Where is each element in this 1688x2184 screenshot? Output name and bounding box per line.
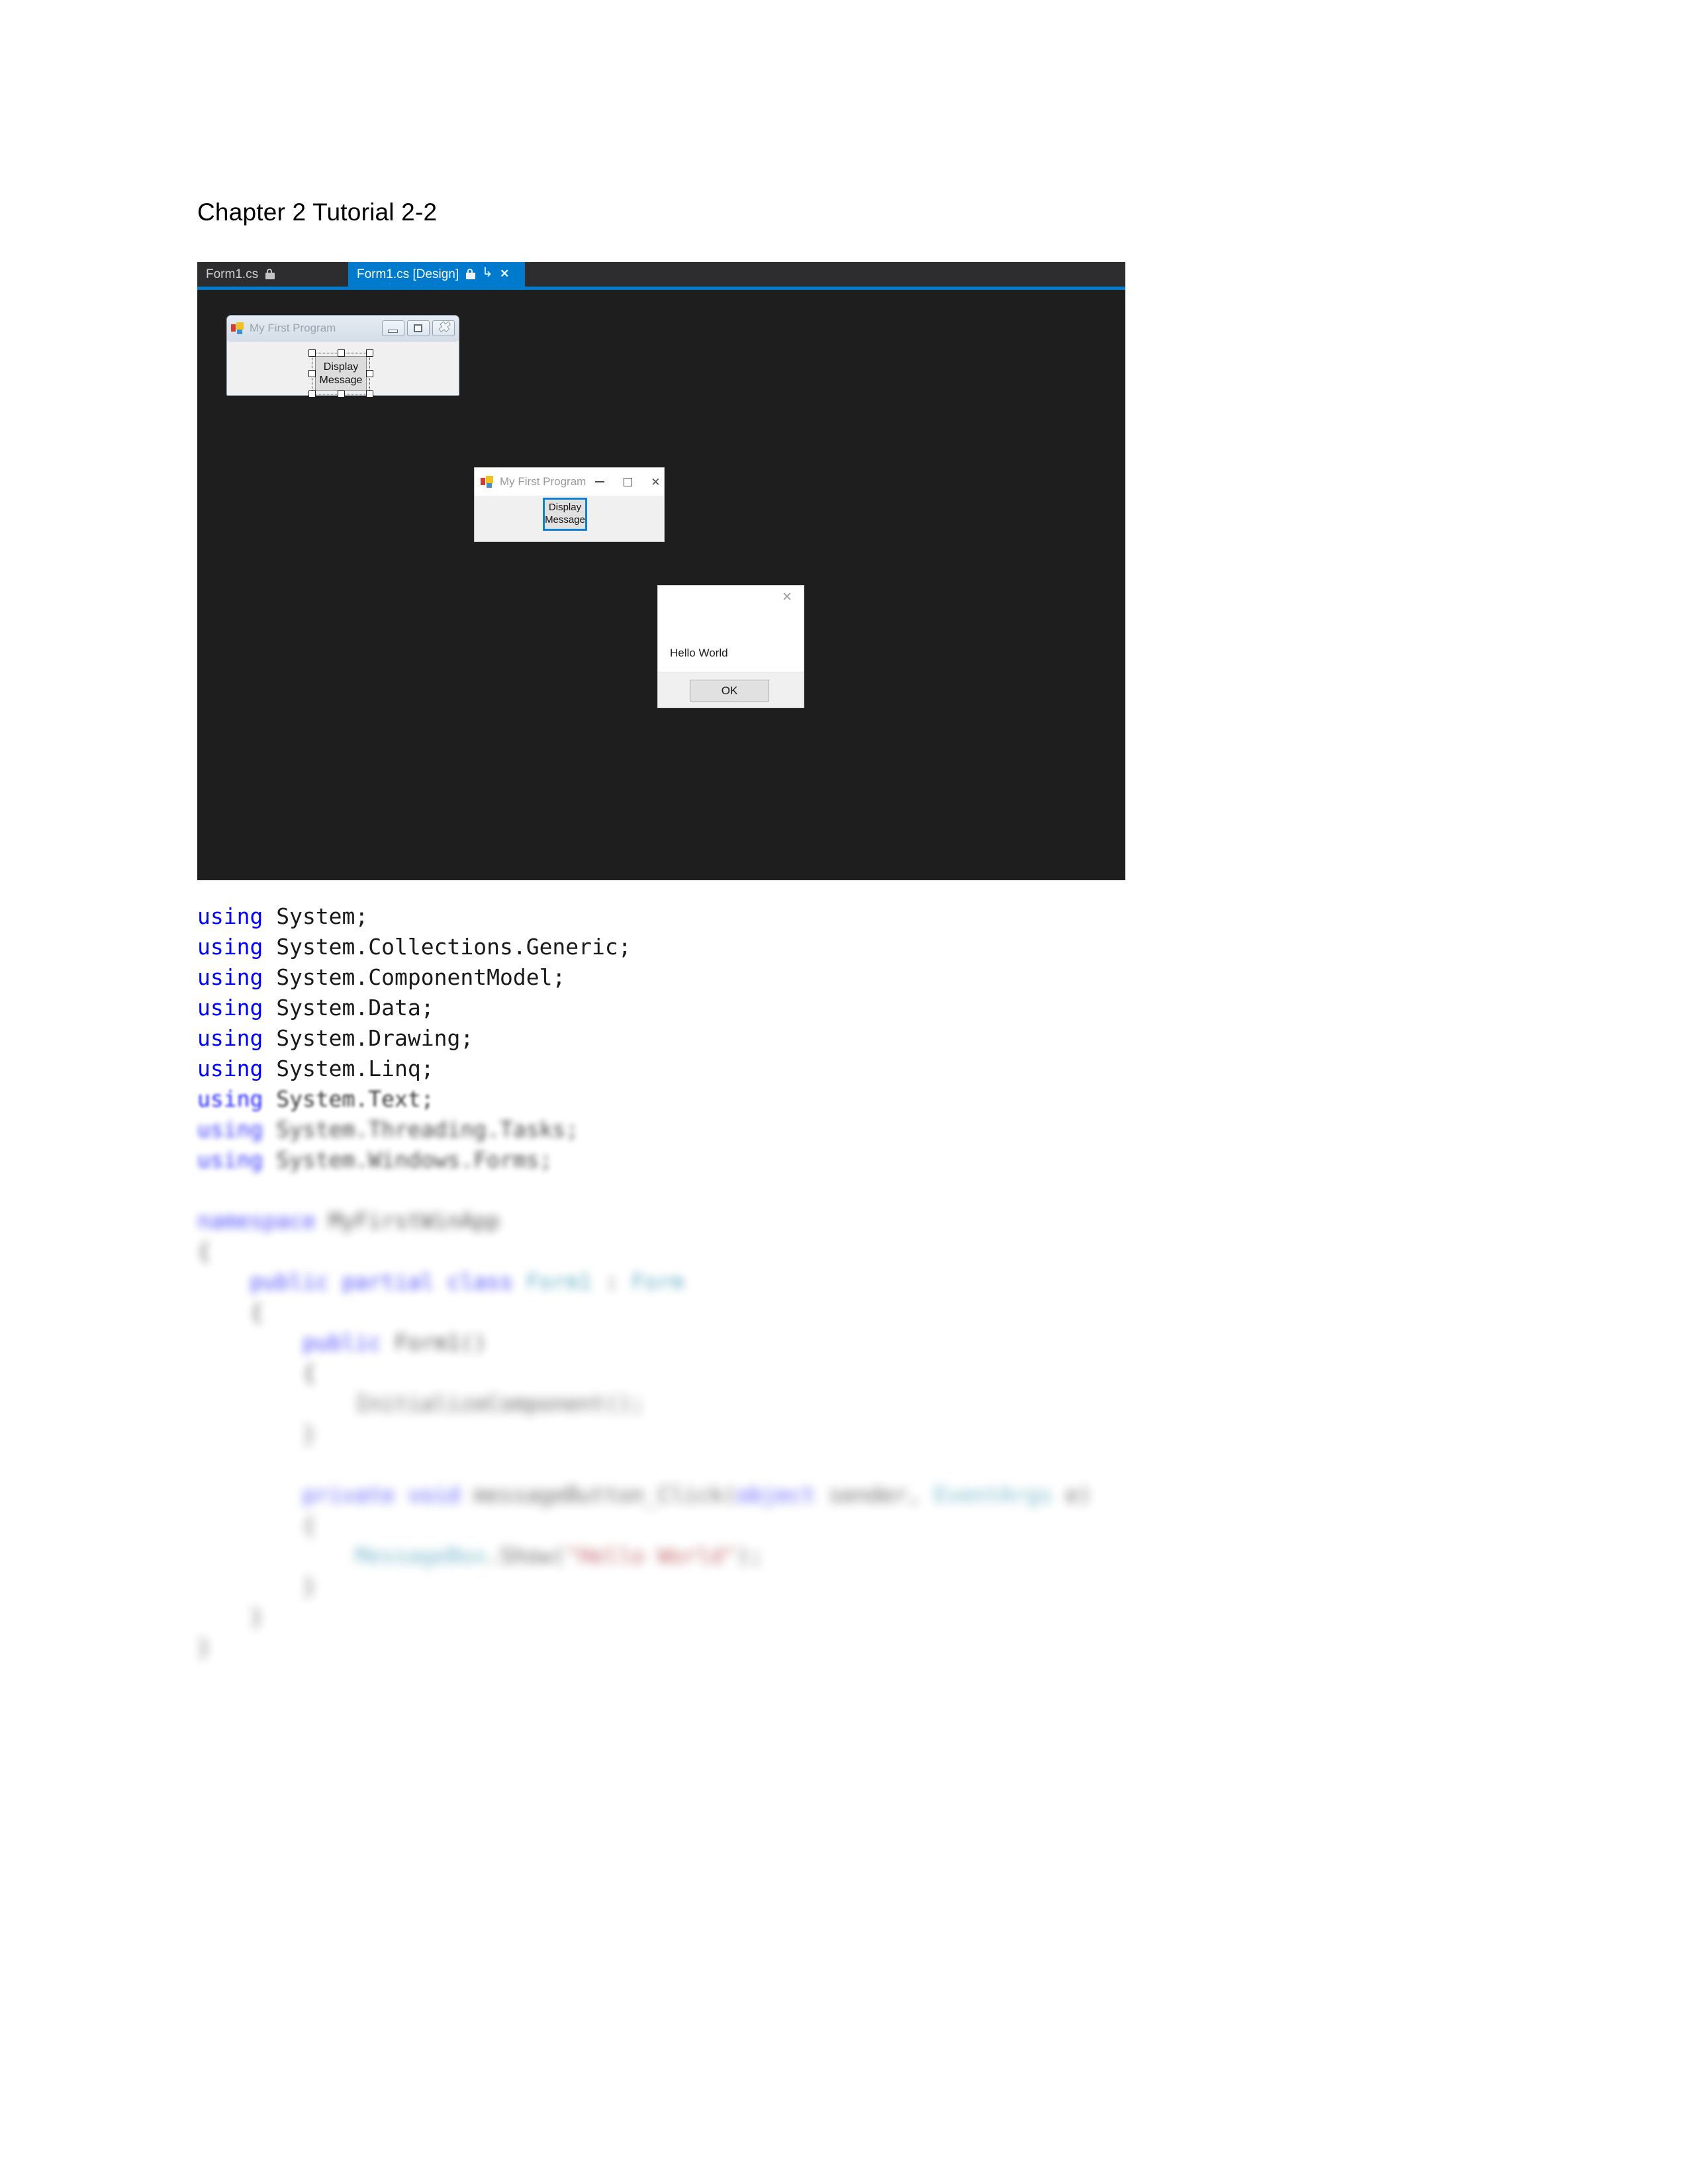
code-token: using (197, 934, 263, 960)
code-line: private void messageButton_Click(object … (302, 1482, 1092, 1508)
display-message-button-label-line2: Message (545, 514, 585, 525)
code-line: { (302, 1512, 316, 1538)
designer-display-message-button[interactable]: Display Message (315, 356, 367, 391)
pin-icon[interactable] (482, 268, 493, 281)
code-token: using (197, 1025, 263, 1051)
code-token: "Hello World" (565, 1543, 737, 1569)
resize-handle-nw[interactable] (308, 349, 316, 357)
code-line: using System.Drawing; (197, 1025, 474, 1051)
code-line: InitializeComponent(); (355, 1390, 645, 1416)
close-icon[interactable] (499, 267, 510, 281)
resize-handle-s[interactable] (337, 390, 345, 398)
minimize-button[interactable] (586, 468, 614, 496)
tab-form1-cs[interactable]: Form1.cs (197, 262, 291, 287)
lock-icon (465, 268, 476, 281)
code-line: using System.Collections.Generic; (197, 934, 632, 960)
code-token: namespace (197, 1208, 316, 1234)
message-box-footer: OK (658, 672, 804, 707)
designer-form-title: My First Program (250, 322, 336, 334)
display-message-button-label-line1: Display (548, 502, 582, 514)
designer-form-body[interactable]: Display Message (229, 341, 457, 398)
code-token: using (197, 995, 263, 1021)
code-line: using System.Data; (197, 995, 434, 1021)
designer-button-label-line2: Message (319, 374, 363, 386)
code-line: using System.ComponentModel; (197, 964, 566, 990)
designer-form-titlebar: My First Program ✖ (227, 316, 459, 341)
designer-button-label-line1: Display (323, 361, 359, 373)
editor-tab-strip: Form1.cs Form1.cs [Design] (197, 262, 1125, 287)
lock-icon (264, 268, 275, 281)
code-token: using (197, 964, 263, 990)
ok-button[interactable]: OK (690, 680, 769, 702)
close-button[interactable]: ✕ (641, 468, 669, 496)
resize-handle-n[interactable] (337, 349, 345, 357)
code-token: using (197, 1147, 263, 1173)
running-app-titlebar: My First Program ✕ (475, 468, 664, 496)
running-app-body: Display Message (475, 496, 664, 541)
code-line: using System; (197, 903, 369, 929)
code-line: { (302, 1360, 316, 1386)
code-token: public (302, 1330, 382, 1355)
code-token: EventArgs (933, 1482, 1053, 1508)
code-token: MessageBox (355, 1543, 487, 1569)
code-token: class (447, 1269, 513, 1295)
code-line: } (197, 1634, 211, 1660)
visual-studio-icon (481, 475, 494, 488)
code-line: } (302, 1573, 316, 1599)
page-title: Chapter 2 Tutorial 2-2 (197, 199, 438, 226)
visual-studio-screenshot: Form1.cs Form1.cs [Design] My First Prog… (197, 262, 1125, 880)
resize-handle-e[interactable] (366, 370, 373, 377)
code-line: } (250, 1604, 263, 1629)
maximize-button[interactable] (614, 468, 641, 496)
code-line: public Form1() (302, 1330, 487, 1355)
code-token: using (197, 1116, 263, 1142)
message-box-text: Hello World (670, 647, 728, 659)
code-token: using (197, 903, 263, 929)
code-line: using System.Linq; (197, 1056, 434, 1081)
running-app-window-buttons: ✕ (586, 468, 669, 496)
running-app-window[interactable]: My First Program ✕ Display Message (474, 467, 665, 542)
resize-handle-ne[interactable] (366, 349, 373, 357)
code-line: { (197, 1238, 211, 1264)
designer-window-buttons: ✖ (382, 320, 455, 336)
designer-form[interactable]: My First Program ✖ Display Message (226, 315, 459, 398)
tab-form1-cs-design[interactable]: Form1.cs [Design] (348, 262, 526, 287)
designer-canvas[interactable]: My First Program ✖ Display Message My Fi… (197, 290, 1125, 880)
resize-handle-w[interactable] (308, 370, 316, 377)
close-button[interactable]: ✖ (432, 320, 455, 336)
code-line: namespace MyFirstWinApp (197, 1208, 500, 1234)
code-token: Form1 (526, 1269, 592, 1295)
code-line: using System.Windows.Forms; (197, 1147, 553, 1173)
code-token: private (302, 1482, 395, 1508)
display-message-button[interactable]: Display Message (543, 498, 587, 531)
code-token: Form (631, 1269, 684, 1295)
code-line: using System.Threading.Tasks; (197, 1116, 579, 1142)
code-token: using (197, 1056, 263, 1081)
code-token: object (736, 1482, 816, 1508)
code-token: void (407, 1482, 461, 1508)
message-box-dialog[interactable]: ✕ Hello World OK (657, 585, 804, 708)
designer-button-selection[interactable]: Display Message (308, 349, 373, 398)
code-line: public partial class Form1 : Form (250, 1269, 684, 1295)
visual-studio-icon (231, 322, 244, 335)
maximize-button[interactable] (407, 320, 430, 336)
resize-handle-sw[interactable] (308, 390, 316, 398)
code-line: MessageBox.Show("Hello World"); (355, 1543, 763, 1569)
code-token: partial (342, 1269, 434, 1295)
resize-handle-se[interactable] (366, 390, 373, 398)
close-icon[interactable]: ✕ (774, 587, 800, 607)
code-line: } (302, 1421, 316, 1447)
tab-form1-cs-design-label: Form1.cs [Design] (357, 267, 459, 281)
code-token: using (197, 1086, 263, 1112)
code-token: public (250, 1269, 329, 1295)
running-app-title: My First Program (500, 475, 586, 488)
source-code-listing: using System; using System.Collections.Ge… (197, 901, 1521, 1662)
code-line: using System.Text; (197, 1086, 434, 1112)
code-line: { (250, 1299, 263, 1325)
minimize-button[interactable] (382, 320, 404, 336)
tab-form1-cs-label: Form1.cs (206, 267, 259, 281)
